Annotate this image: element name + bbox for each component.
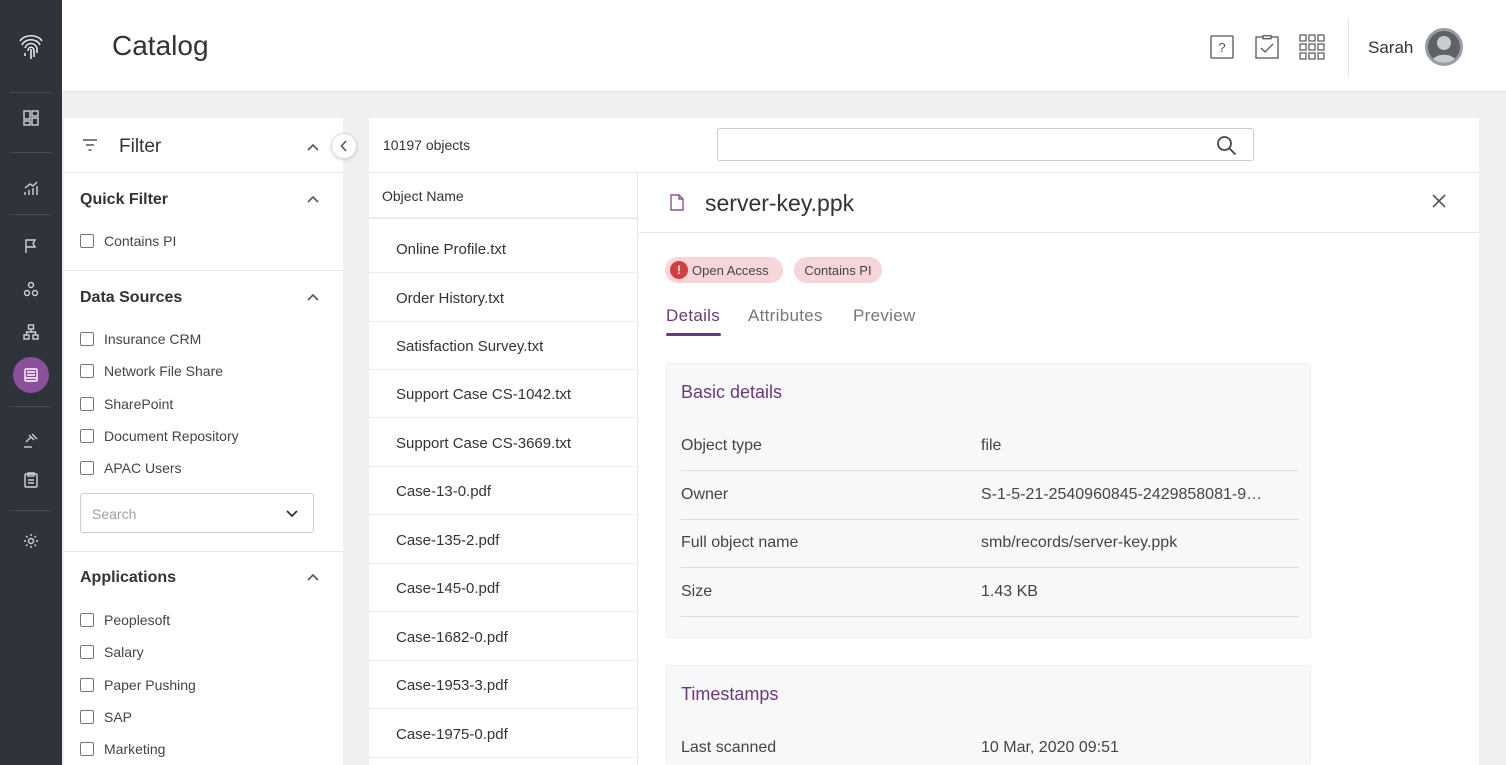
left-nav-rail [0,0,62,765]
error-icon: ! [670,261,688,279]
fingerprint-logo-icon[interactable] [0,0,62,92]
chevron-up-icon[interactable] [307,293,319,301]
checkbox[interactable] [80,234,94,248]
search-icon[interactable] [1216,135,1237,156]
help-icon[interactable]: ? [1209,34,1235,60]
chevron-up-icon[interactable] [307,573,319,581]
status-badge-contains-pi: Contains PI [794,257,882,283]
apps-grid-icon[interactable] [1299,34,1325,60]
checkbox[interactable] [80,645,94,659]
tab-details[interactable]: Details [666,306,720,326]
checkbox-network-file-share[interactable]: Network File Share [80,363,223,379]
checkbox-paper-pushing[interactable]: Paper Pushing [80,677,196,693]
checkbox-peoplesoft[interactable]: Peoplesoft [80,612,170,628]
clipboard-icon[interactable] [0,461,62,499]
data-sources-search-select[interactable]: Search [80,493,314,533]
list-item[interactable]: Case-145-0.pdf [369,564,638,612]
object-list: Object Name Online Profile.txt Order His… [369,173,638,765]
header-divider [1348,18,1349,76]
detail-row-owner: Owner S-1-5-21-2540960845-2429858081-9… [681,471,1299,520]
list-item[interactable]: Case-135-2.pdf [369,516,638,564]
chevron-down-icon[interactable] [286,510,298,518]
dashboard-icon[interactable] [0,99,62,137]
detail-row-object-type: Object type file [681,422,1299,471]
list-item[interactable]: Support Case CS-1042.txt [369,370,638,418]
timestamps-card: Timestamps Last scanned 10 Mar, 2020 09:… [666,665,1311,765]
tab-attributes[interactable]: Attributes [748,306,823,326]
gavel-icon[interactable] [0,422,62,460]
page-title: Catalog [112,30,209,61]
list-item[interactable]: Case-1975-0.pdf [369,710,638,758]
list-item[interactable]: Order History.txt [369,274,638,322]
chevron-left-icon [340,140,347,152]
checkbox-insurance-crm[interactable]: Insurance CRM [80,331,201,347]
checkbox-sharepoint[interactable]: SharePoint [80,396,173,412]
checkbox-contains-pi[interactable]: Contains PI [80,233,176,249]
checkbox-salary[interactable]: Salary [80,644,144,660]
checkbox[interactable] [80,332,94,346]
checkbox[interactable] [80,613,94,627]
settings-icon[interactable] [0,522,62,560]
checkbox[interactable] [80,364,94,378]
detail-row-size: Size 1.43 KB [681,568,1299,617]
object-search-input[interactable] [717,128,1254,161]
catalog-icon[interactable] [0,356,62,394]
column-header-object-name[interactable]: Object Name [382,188,464,204]
checkbox[interactable] [80,397,94,411]
list-item[interactable]: Case-1682-0.pdf [369,613,638,661]
collapse-filter-button[interactable] [331,133,357,159]
applications-title: Applications [80,569,177,586]
checkbox[interactable] [80,461,94,475]
filter-icon [83,139,97,151]
list-item[interactable]: Satisfaction Survey.txt [369,322,638,370]
active-tab-indicator [666,333,721,336]
detail-file-name: server-key.ppk [705,190,855,216]
user-name[interactable]: Sarah [1368,38,1413,58]
flag-icon[interactable] [0,227,62,265]
object-detail-pane: server-key.ppk ! Open Access Contains PI… [639,173,1479,765]
hierarchy-icon[interactable] [0,313,62,351]
detail-row-last-scanned: Last scanned 10 Mar, 2020 09:51 [681,739,1119,756]
quick-filter-title: Quick Filter [80,191,169,208]
detail-header: server-key.ppk [639,173,1479,233]
chart-icon[interactable] [0,170,62,208]
checkbox[interactable] [80,429,94,443]
avatar[interactable] [1425,28,1463,66]
checkbox[interactable] [80,678,94,692]
data-sources-title: Data Sources [80,289,183,306]
filter-panel: Filter Quick Filter Contains PI Data Sou… [64,118,343,765]
close-icon[interactable] [1431,193,1447,209]
timestamps-title: Timestamps [681,684,779,704]
tab-preview[interactable]: Preview [853,306,916,326]
tasks-check-icon[interactable] [1254,34,1280,60]
list-item[interactable]: Case-13-0.pdf [369,467,638,515]
chevron-up-icon[interactable] [307,195,319,203]
checkbox[interactable] [80,742,94,756]
object-count: 10197 objects [383,137,471,153]
svg-text:?: ? [1218,40,1225,55]
filter-header: Filter [64,118,343,173]
checkbox-marketing[interactable]: Marketing [80,741,165,757]
app-header: Catalog ? Sarah [62,0,1506,92]
filter-title: Filter [119,136,162,157]
checkbox-sap[interactable]: SAP [80,709,132,725]
catalog-main: 10197 objects Object Name Online Profile… [369,118,1479,765]
status-badge-open-access: ! Open Access [665,257,783,283]
graph-icon[interactable] [0,270,62,308]
basic-details-card: Basic details Object type file Owner S-1… [666,363,1311,638]
checkbox[interactable] [80,710,94,724]
file-icon [670,194,684,211]
chevron-up-icon[interactable] [307,143,319,151]
list-item[interactable]: Online Profile.txt [369,225,638,273]
checkbox-apac-users[interactable]: APAC Users [80,460,182,476]
list-item[interactable]: Support Case CS-3669.txt [369,419,638,467]
detail-row-full-object-name: Full object name smb/records/server-key.… [681,519,1299,568]
list-item[interactable]: Case-1953-3.pdf [369,661,638,709]
checkbox-document-repository[interactable]: Document Repository [80,428,239,444]
basic-details-title: Basic details [681,382,783,402]
